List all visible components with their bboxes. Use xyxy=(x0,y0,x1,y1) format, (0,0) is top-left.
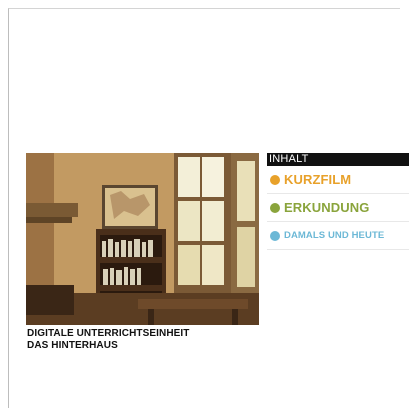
menu-item-label: DAMALS UND HEUTE xyxy=(284,230,385,241)
green-dot-icon xyxy=(270,202,280,213)
caption-title: DIGITALE UNTERRICHTSEINHEIT xyxy=(27,328,190,339)
menu-item-kurzfilm[interactable]: KURZFILM xyxy=(267,166,409,194)
menu-header: INHALT xyxy=(267,153,409,166)
caption-subtitle: DAS HINTERHAUS xyxy=(27,340,118,351)
menu-item-erkundung[interactable]: ERKUNDUNG xyxy=(267,194,409,222)
menu-item-label: KURZFILM xyxy=(284,172,352,187)
hero-caption: DIGITALE UNTERRICHTSEINHEIT DAS HINTERHA… xyxy=(26,325,259,355)
hero-image-panel[interactable]: DIGITALE UNTERRICHTSEINHEIT DAS HINTERHA… xyxy=(26,153,259,355)
menu-item-label: ERKUNDUNG xyxy=(284,200,370,215)
blue-dot-icon xyxy=(270,230,280,241)
menu-item-damals-und-heute[interactable]: DAMALS UND HEUTE xyxy=(267,222,409,250)
content-menu: INHALT KURZFILM ERKUNDUNG DAMALS UND HEU… xyxy=(267,153,409,250)
orange-dot-icon xyxy=(270,174,280,185)
